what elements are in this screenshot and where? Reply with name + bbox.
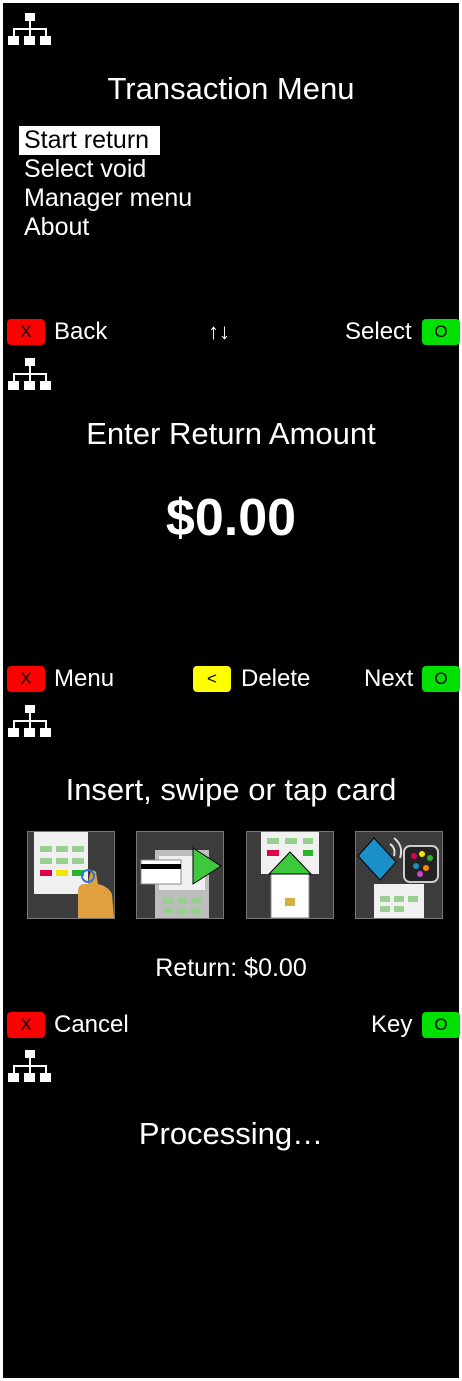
softkey-bar: X Menu < Delete Next O	[3, 664, 460, 694]
return-amount-text: Return: $0.00	[155, 954, 307, 982]
return-amount-screen: Enter Return Amount $0.00 X Menu < Delet…	[3, 348, 460, 694]
swipe-card-icon	[136, 831, 224, 919]
key-label: Key	[371, 1011, 413, 1038]
page-title: Enter Return Amount	[86, 416, 376, 451]
menu-label: Menu	[54, 665, 115, 692]
cancel-key[interactable]: X	[7, 1012, 45, 1038]
menu-item-manager-menu[interactable]: Manager menu	[19, 184, 203, 213]
menu-item-select-void[interactable]: Select void	[19, 155, 157, 184]
softkey-bar: X Cancel Key O	[3, 1010, 460, 1040]
menu-item-about[interactable]: About	[19, 213, 100, 242]
select-key[interactable]: O	[422, 319, 460, 345]
return-amount-value: $0.00	[165, 489, 297, 547]
network-icon	[8, 1050, 51, 1082]
network-icon	[8, 705, 51, 737]
select-label: Select	[345, 318, 412, 345]
menu-key[interactable]: X	[7, 666, 45, 692]
delete-key[interactable]: <	[193, 666, 231, 692]
terminal-display: Transaction Menu Start return Select voi…	[3, 3, 460, 1378]
network-icon	[8, 358, 51, 390]
card-methods-row	[3, 831, 459, 921]
tap-contactless-icon	[355, 831, 443, 919]
page-title: Transaction Menu	[107, 71, 355, 106]
softkey-bar: X Back ↑↓ Select O	[3, 317, 460, 347]
menu-item-start-return[interactable]: Start return	[19, 126, 161, 155]
transaction-menu-screen: Transaction Menu Start return Select voi…	[3, 3, 460, 348]
next-label: Next	[364, 665, 414, 692]
keypad-entry-icon	[27, 831, 115, 919]
back-key[interactable]: X	[7, 319, 45, 345]
cancel-label: Cancel	[54, 1011, 129, 1038]
processing-status-text: Processing…	[138, 1116, 324, 1151]
next-key[interactable]: O	[422, 666, 460, 692]
delete-label: Delete	[241, 665, 311, 692]
transaction-menu-list: Start return Select void Manager menu Ab…	[19, 126, 203, 242]
page-title: Insert, swipe or tap card	[65, 772, 397, 807]
insert-card-icon	[246, 831, 334, 919]
processing-screen: Processing…	[3, 1040, 459, 1378]
up-down-arrows-icon: ↑↓	[208, 319, 230, 344]
back-label: Back	[54, 318, 108, 345]
network-icon	[8, 13, 51, 45]
manual-key-button[interactable]: O	[422, 1012, 460, 1038]
